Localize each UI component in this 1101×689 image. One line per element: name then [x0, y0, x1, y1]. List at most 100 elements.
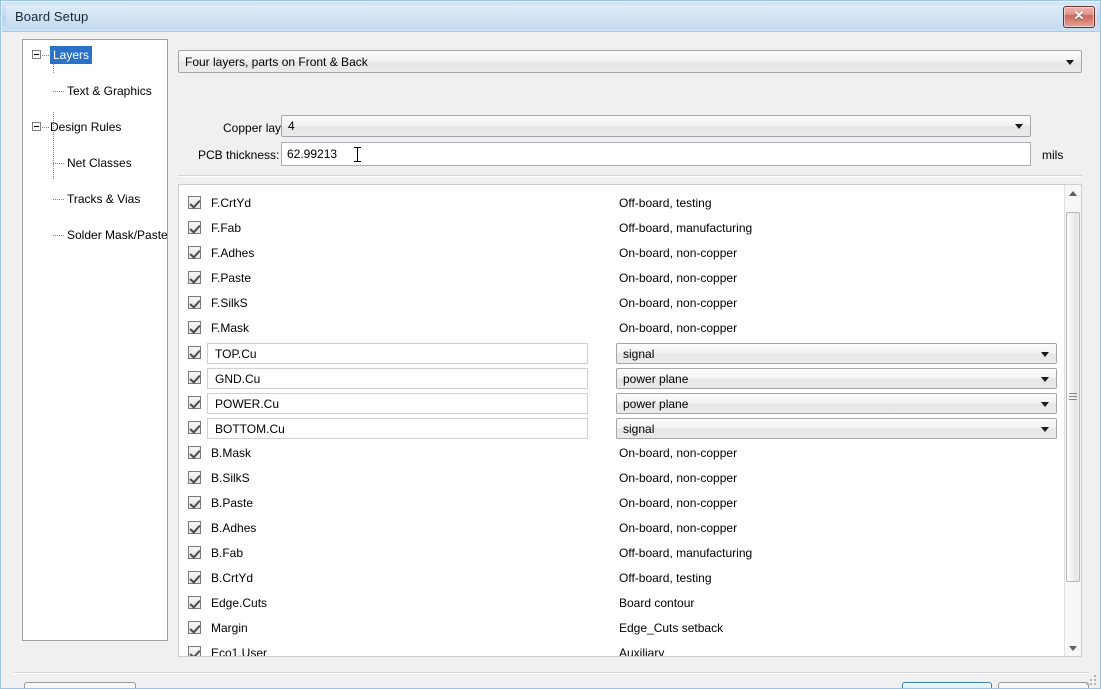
layer-row: B.SilkS On-board, non-copper [179, 466, 1065, 491]
layer-enabled-checkbox[interactable] [188, 346, 201, 359]
tree-row-solder-mask-paste: Solder Mask/Paste [23, 226, 167, 244]
layer-name-label: B.SilkS [211, 471, 250, 485]
tree-row-tracks-vias: Tracks & Vias [23, 190, 167, 208]
layer-enabled-checkbox[interactable] [188, 646, 201, 656]
layer-enabled-checkbox[interactable] [188, 446, 201, 459]
footer-divider [14, 672, 1089, 674]
pcb-thickness-input[interactable]: 62.99213 [281, 142, 1031, 166]
layer-enabled-checkbox[interactable] [188, 321, 201, 334]
sidebar-item-design-rules[interactable]: Design Rules [50, 118, 121, 136]
tree-row-layers: Layers [23, 46, 167, 64]
layer-name-label: B.Adhes [211, 521, 257, 535]
ok-button[interactable]: OK [902, 682, 992, 688]
layer-enabled-checkbox[interactable] [188, 371, 201, 384]
layer-enabled-checkbox[interactable] [188, 221, 201, 234]
layer-enabled-checkbox[interactable] [188, 296, 201, 309]
layer-type-combo[interactable]: power plane [616, 368, 1057, 389]
layer-row: B.Fab Off-board, manufacturing [179, 541, 1065, 566]
layer-name-input[interactable]: POWER.Cu [207, 393, 588, 414]
layer-enabled-checkbox[interactable] [188, 396, 201, 409]
copper-layers-combo[interactable]: 4 [281, 115, 1031, 137]
layer-name-input[interactable]: BOTTOM.Cu [207, 418, 588, 439]
layer-enabled-checkbox[interactable] [188, 521, 201, 534]
tree-connector-h-net-classes [53, 163, 65, 164]
layer-row: B.Paste On-board, non-copper [179, 491, 1065, 516]
title-bar: Board Setup ✕ [2, 2, 1100, 32]
layer-row: B.Adhes On-board, non-copper [179, 516, 1065, 541]
layer-enabled-checkbox[interactable] [188, 421, 201, 434]
layer-type-combo[interactable]: signal [616, 343, 1057, 364]
layer-row: F.Fab Off-board, manufacturing [179, 216, 1065, 241]
text-cursor-icon [354, 147, 361, 162]
scroll-up-button[interactable] [1065, 185, 1081, 202]
layer-enabled-checkbox[interactable] [188, 471, 201, 484]
layer-type-value: power plane [623, 371, 689, 386]
layer-description: On-board, non-copper [619, 271, 738, 285]
layers-list: F.CrtYd Off-board, testing F.Fab Off-board,… [178, 184, 1082, 657]
layer-name-label: F.CrtYd [211, 196, 252, 210]
layer-enabled-checkbox[interactable] [188, 496, 201, 509]
scrollbar-thumb[interactable] [1066, 212, 1080, 582]
close-button[interactable]: ✕ [1063, 6, 1095, 28]
layer-name-label: B.Fab [211, 546, 244, 560]
layer-name-label: F.Paste [211, 271, 252, 285]
layer-row: BOTTOM.Cu signal [179, 416, 1065, 441]
layer-enabled-checkbox[interactable] [188, 196, 201, 209]
layer-description: On-board, non-copper [619, 321, 738, 335]
sidebar-item-tracks-vias[interactable]: Tracks & Vias [67, 190, 140, 208]
layers-panel: Four layers, parts on Front & Back Coppe… [178, 39, 1082, 657]
sidebar-item-solder-mask-paste[interactable]: Solder Mask/Paste [67, 226, 167, 244]
layer-enabled-checkbox[interactable] [188, 621, 201, 634]
tree-connector-h-design-rules [42, 127, 50, 128]
chevron-down-icon [1015, 124, 1023, 129]
layer-description: Edge_Cuts setback [619, 621, 724, 635]
layer-row: Margin Edge_Cuts setback [179, 616, 1065, 641]
settings-tree: Layers Text & Graphics Design Rules Net … [22, 39, 168, 641]
layer-name-label: F.SilkS [211, 296, 248, 310]
layer-row: F.Paste On-board, non-copper [179, 266, 1065, 291]
tree-expander-layers[interactable] [32, 50, 41, 59]
layer-enabled-checkbox[interactable] [188, 571, 201, 584]
layer-row: Edge.Cuts Board contour [179, 591, 1065, 616]
title-bar-background [6, 5, 1097, 29]
chevron-down-icon [1041, 351, 1049, 357]
triangle-down-icon [1069, 645, 1077, 651]
dialog-body: Layers Text & Graphics Design Rules Net … [2, 32, 1100, 688]
tree-expander-design-rules[interactable] [32, 122, 41, 131]
layer-name-label: B.Mask [211, 446, 252, 460]
layer-enabled-checkbox[interactable] [188, 271, 201, 284]
layer-enabled-checkbox[interactable] [188, 246, 201, 259]
layer-row: F.Adhes On-board, non-copper [179, 241, 1065, 266]
pcb-thickness-value: 62.99213 [287, 147, 338, 161]
layer-name-input[interactable]: TOP.Cu [207, 343, 588, 364]
import-settings-button[interactable]: Import Settings... [24, 682, 136, 688]
sidebar-item-layers[interactable]: Layers [50, 46, 93, 64]
resize-grip-icon[interactable] [1086, 675, 1098, 687]
layer-enabled-checkbox[interactable] [188, 546, 201, 559]
layer-preset-combo[interactable]: Four layers, parts on Front & Back [178, 50, 1082, 73]
sidebar-item-net-classes[interactable]: Net Classes [67, 154, 132, 172]
pcb-thickness-units: mils [1042, 148, 1064, 162]
tree-row-design-rules: Design Rules [23, 118, 167, 136]
layer-type-combo[interactable]: signal [616, 418, 1057, 439]
layer-name-value: TOP.Cu [215, 346, 257, 361]
layer-enabled-checkbox[interactable] [188, 596, 201, 609]
tree-row-net-classes: Net Classes [23, 154, 167, 172]
layer-description: On-board, non-copper [619, 521, 738, 535]
scroll-down-button[interactable] [1065, 639, 1081, 656]
layer-name-input[interactable]: GND.Cu [207, 368, 588, 389]
layer-row: Eco1.User Auxiliary [179, 641, 1065, 656]
layer-row: F.Mask On-board, non-copper [179, 316, 1065, 341]
layer-description: On-board, non-copper [619, 496, 738, 510]
tree-connector-h-text-graphics [53, 91, 65, 92]
layer-type-combo[interactable]: power plane [616, 393, 1057, 414]
close-icon: ✕ [1073, 8, 1085, 23]
layer-description: On-board, non-copper [619, 296, 738, 310]
layer-name-label: F.Fab [211, 221, 242, 235]
layer-description: Off-board, manufacturing [619, 546, 753, 560]
tree-connector-h-layers [42, 55, 50, 56]
chevron-down-icon [1041, 376, 1049, 382]
layers-scrollbar[interactable] [1064, 185, 1081, 656]
sidebar-item-text-graphics[interactable]: Text & Graphics [67, 82, 152, 100]
cancel-button[interactable]: Cancel [998, 682, 1089, 688]
